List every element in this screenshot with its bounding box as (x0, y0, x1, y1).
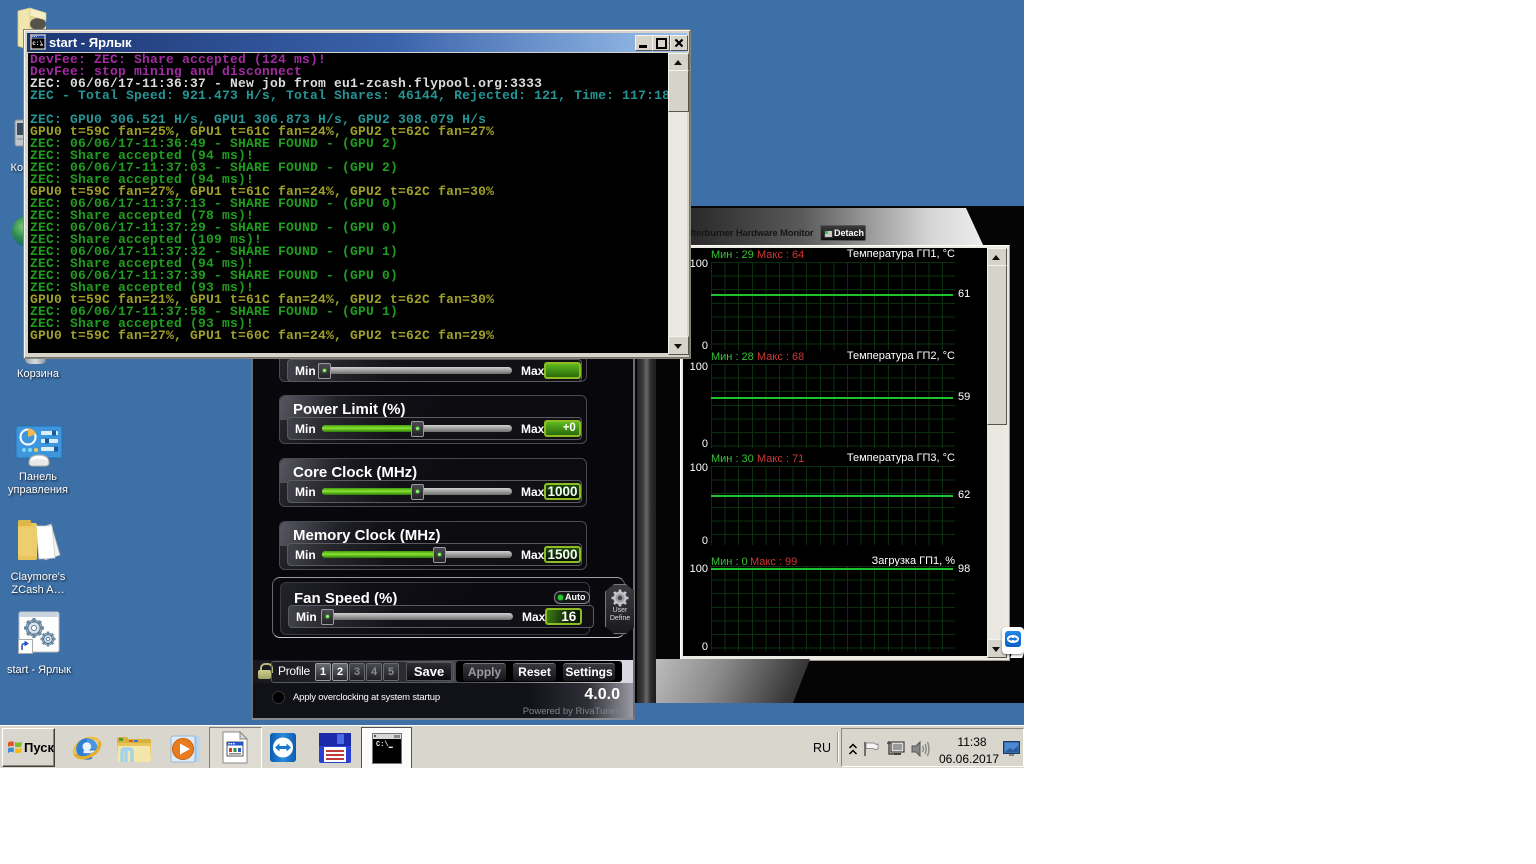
svg-text:c:\: c:\ (32, 40, 43, 47)
